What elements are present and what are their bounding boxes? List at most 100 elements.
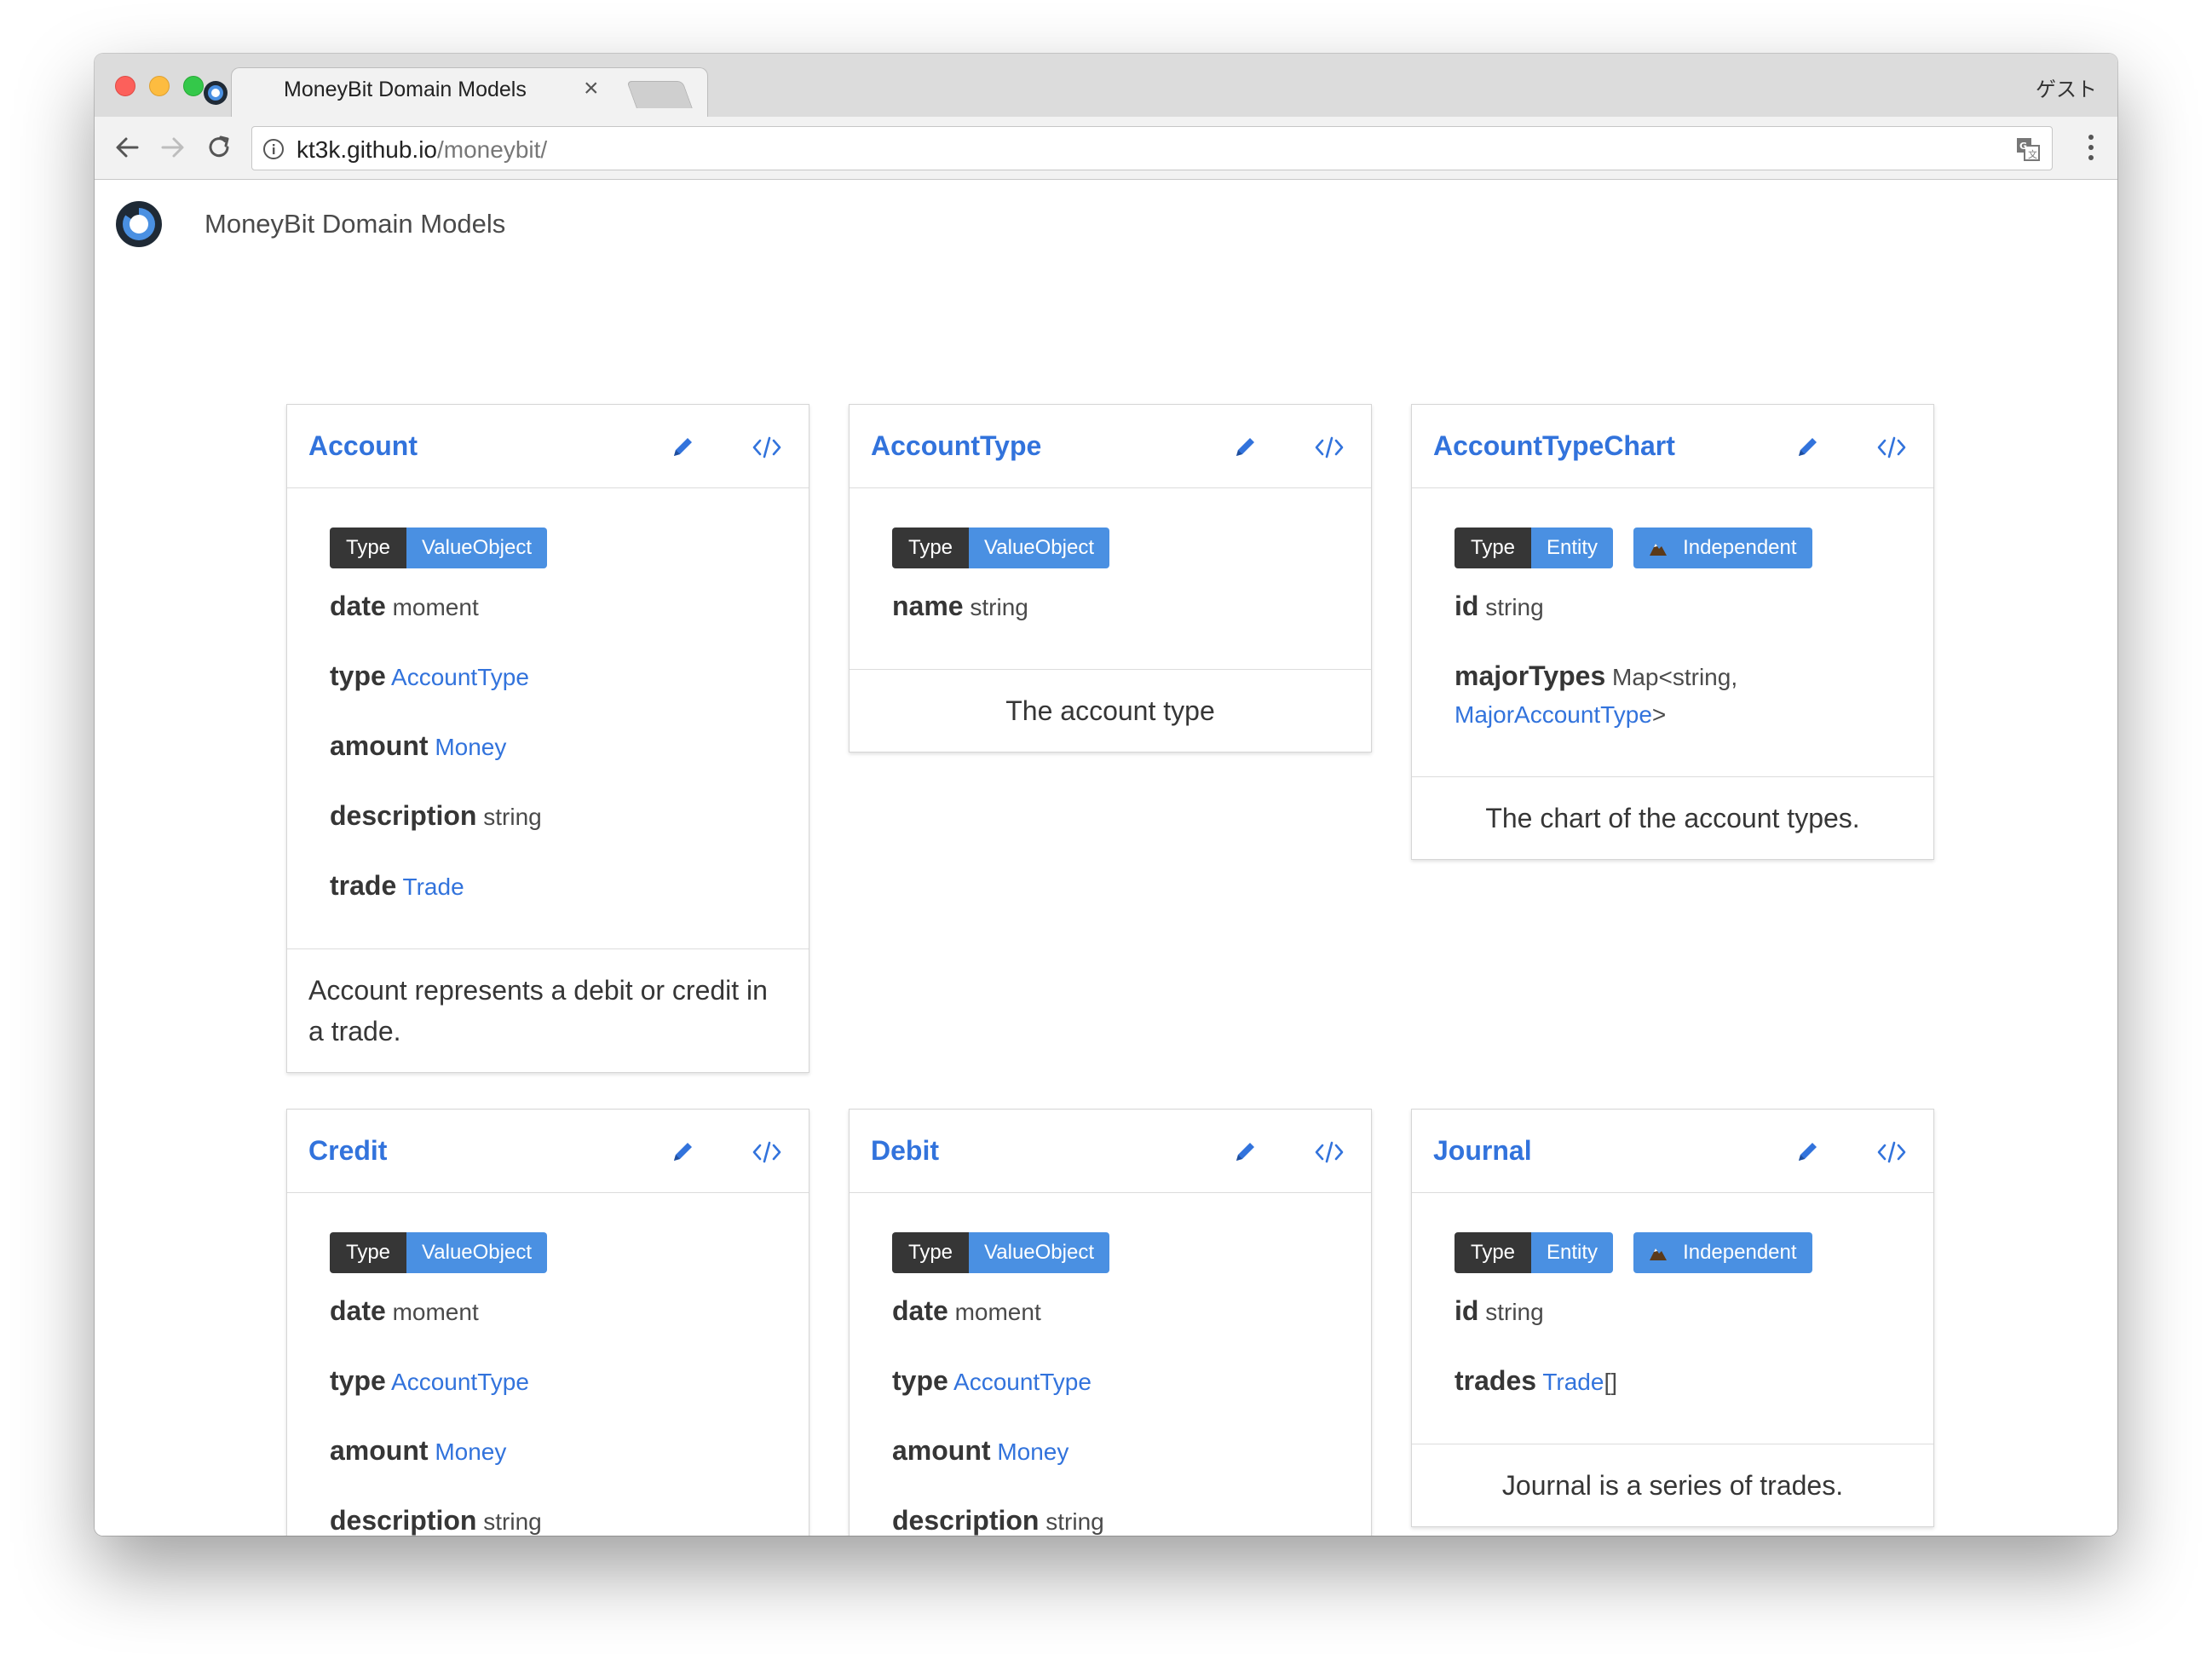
reload-icon[interactable] xyxy=(204,132,234,163)
minimize-window-button[interactable] xyxy=(149,76,170,96)
tag-list: Type ValueObject xyxy=(892,1232,1328,1273)
model-card-accounttypechart: AccountTypeChart Type Entity Independent… xyxy=(1411,404,1934,860)
card-body: Type Entity Independent id string trades… xyxy=(1412,1193,1933,1444)
moneybit-logo-icon[interactable] xyxy=(115,200,163,248)
property-type: string xyxy=(1485,1299,1544,1325)
code-icon[interactable] xyxy=(752,435,782,459)
property-type-link[interactable]: AccountType xyxy=(391,664,529,690)
card-title-link[interactable]: Account xyxy=(308,430,418,462)
property-type-link[interactable]: Trade xyxy=(403,873,464,900)
type-tag-value: ValueObject xyxy=(969,528,1109,568)
property-type-link[interactable]: MajorAccountType xyxy=(1455,701,1652,728)
property-row: description string xyxy=(330,797,766,836)
code-icon[interactable] xyxy=(752,1140,782,1164)
property-type: string xyxy=(1485,594,1544,620)
property-row: id string xyxy=(1455,1292,1891,1331)
property-type-link[interactable]: Money xyxy=(435,1438,506,1465)
translate-icon[interactable]: G 文 xyxy=(2016,137,2040,161)
property-row: amount Money xyxy=(330,1432,766,1471)
card-body: Type Entity Independent id string majorT… xyxy=(1412,488,1933,776)
pencil-icon[interactable] xyxy=(1233,434,1259,459)
pencil-icon[interactable] xyxy=(671,1139,696,1164)
pencil-icon[interactable] xyxy=(1795,1139,1821,1164)
property-type-link[interactable]: Trade xyxy=(1542,1369,1604,1395)
card-title-link[interactable]: Debit xyxy=(871,1135,939,1167)
type-tag-label: Type xyxy=(1455,1232,1532,1273)
property-type-link[interactable]: Money xyxy=(997,1438,1069,1465)
card-title-link[interactable]: Journal xyxy=(1433,1135,1532,1167)
property-row: description string xyxy=(892,1502,1328,1536)
model-card-debit: Debit Type ValueObject date moment type … xyxy=(849,1109,1372,1536)
property-row: type AccountType xyxy=(330,1362,766,1401)
type-tag-value: ValueObject xyxy=(406,528,547,568)
card-title-link[interactable]: Credit xyxy=(308,1135,387,1167)
back-arrow-icon[interactable] xyxy=(112,132,142,163)
type-tag-label: Type xyxy=(892,1232,970,1273)
browser-toolbar: kt3k.github.io/moneybit/ G 文 xyxy=(95,117,2117,180)
property-name: date xyxy=(892,1295,948,1326)
property-name: date xyxy=(330,591,386,621)
card-title-link[interactable]: AccountTypeChart xyxy=(1433,430,1675,462)
property-row: trade Trade xyxy=(330,867,766,906)
property-type-suffix: > xyxy=(1651,701,1667,728)
property-name: type xyxy=(330,660,386,691)
model-card-journal: Journal Type Entity Independent id strin… xyxy=(1411,1109,1934,1527)
site-info-icon[interactable] xyxy=(262,138,285,160)
pencil-icon[interactable] xyxy=(1795,434,1821,459)
card-description: Account represents a debit or credit in … xyxy=(287,948,809,1072)
property-type: moment xyxy=(392,594,479,620)
property-name: description xyxy=(330,800,477,831)
property-row: amount Money xyxy=(892,1432,1328,1471)
independent-tag: Independent xyxy=(1633,1232,1812,1273)
address-bar[interactable]: kt3k.github.io/moneybit/ G 文 xyxy=(251,126,2053,170)
code-icon[interactable] xyxy=(1314,435,1345,459)
type-tag: Type ValueObject xyxy=(892,1232,1109,1273)
type-tag: Type Entity xyxy=(1455,1232,1614,1273)
url-text[interactable]: kt3k.github.io/moneybit/ xyxy=(297,136,547,164)
property-type-link[interactable]: Money xyxy=(435,734,506,760)
kebab-menu-icon[interactable] xyxy=(2087,132,2095,163)
mountain-icon xyxy=(1650,1248,1668,1260)
pencil-icon[interactable] xyxy=(671,434,696,459)
card-body: Type ValueObject date moment type Accoun… xyxy=(287,488,809,948)
property-name: id xyxy=(1455,591,1479,621)
property-name: majorTypes xyxy=(1455,660,1606,691)
maximize-window-button[interactable] xyxy=(183,76,204,96)
property-row: amount Money xyxy=(330,727,766,766)
property-type: string xyxy=(483,804,542,830)
title-bar: MoneyBit Domain Models × ゲスト xyxy=(95,54,2117,118)
card-header: Credit xyxy=(287,1110,809,1193)
url-path: /moneybit/ xyxy=(437,136,548,163)
tab-close-icon[interactable]: × xyxy=(584,76,599,101)
property-name: type xyxy=(330,1365,386,1396)
property-row: type AccountType xyxy=(330,657,766,696)
tag-list: Type Entity Independent xyxy=(1455,528,1891,568)
property-type-link[interactable]: AccountType xyxy=(953,1369,1092,1395)
card-body: Type ValueObject date moment type Accoun… xyxy=(850,1193,1371,1536)
pencil-icon[interactable] xyxy=(1233,1139,1259,1164)
card-header: AccountTypeChart xyxy=(1412,405,1933,488)
property-type: string xyxy=(1046,1508,1104,1535)
type-tag-label: Type xyxy=(330,528,407,568)
profile-label[interactable]: ゲスト xyxy=(2036,72,2097,102)
code-icon[interactable] xyxy=(1876,1140,1907,1164)
card-header: Debit xyxy=(850,1110,1371,1193)
moneybit-favicon-icon xyxy=(204,81,228,105)
code-icon[interactable] xyxy=(1876,435,1907,459)
mountain-icon xyxy=(1650,544,1668,556)
property-row: id string xyxy=(1455,587,1891,626)
property-name: type xyxy=(892,1365,948,1396)
card-header: Account xyxy=(287,405,809,488)
property-type: string xyxy=(970,594,1028,620)
forward-arrow-icon[interactable] xyxy=(158,132,188,163)
model-card-accounttype: AccountType Type ValueObject name string… xyxy=(849,404,1372,752)
independent-tag-label: Independent xyxy=(1683,536,1797,559)
property-type-link[interactable]: AccountType xyxy=(391,1369,529,1395)
property-row: name string xyxy=(892,587,1328,626)
code-icon[interactable] xyxy=(1314,1140,1345,1164)
property-name: date xyxy=(330,1295,386,1326)
card-title-link[interactable]: AccountType xyxy=(871,430,1041,462)
browser-window: MoneyBit Domain Models × ゲスト kt3k.github… xyxy=(95,54,2117,1536)
new-tab-button[interactable] xyxy=(626,81,693,108)
close-window-button[interactable] xyxy=(115,76,135,96)
